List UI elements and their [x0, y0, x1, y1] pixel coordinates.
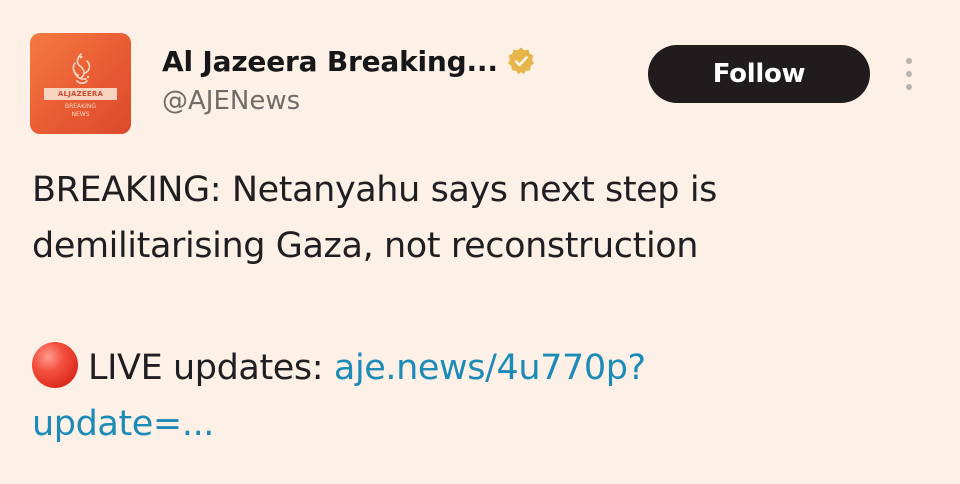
avatar-logo-word: ALJAZEERA — [44, 88, 117, 100]
follow-button[interactable]: Follow — [648, 45, 870, 103]
red-circle-icon — [32, 342, 78, 388]
avatar-logo-sub-2: NEWS — [71, 111, 90, 118]
tweet-card: ALJAZEERA BREAKING NEWS Al Jazeera Break… — [0, 0, 960, 484]
live-updates-label: LIVE updates: — [88, 348, 324, 388]
verified-badge-icon — [507, 47, 534, 75]
live-updates: LIVE updates: aje.news/4u770p? update=..… — [32, 340, 932, 452]
tweet-text: BREAKING: Netanyahu says next step is de… — [32, 162, 932, 274]
tweet-text-line: BREAKING: Netanyahu says next step is — [32, 170, 718, 210]
display-name-row: Al Jazeera Breaking... — [162, 42, 536, 80]
live-updates-link[interactable]: aje.news/4u770p? — [334, 348, 646, 388]
live-updates-link-continued[interactable]: update=... — [32, 404, 214, 444]
avatar[interactable]: ALJAZEERA BREAKING NEWS — [30, 33, 131, 134]
al-jazeera-logo-icon — [72, 53, 91, 85]
account-handle[interactable]: @AJENews — [162, 86, 300, 116]
tweet-text-line: demilitarising Gaza, not reconstruction — [32, 226, 699, 266]
more-vertical-icon[interactable] — [902, 56, 916, 92]
display-name[interactable]: Al Jazeera Breaking... — [162, 45, 498, 78]
avatar-logo-sub-1: BREAKING — [64, 103, 97, 110]
